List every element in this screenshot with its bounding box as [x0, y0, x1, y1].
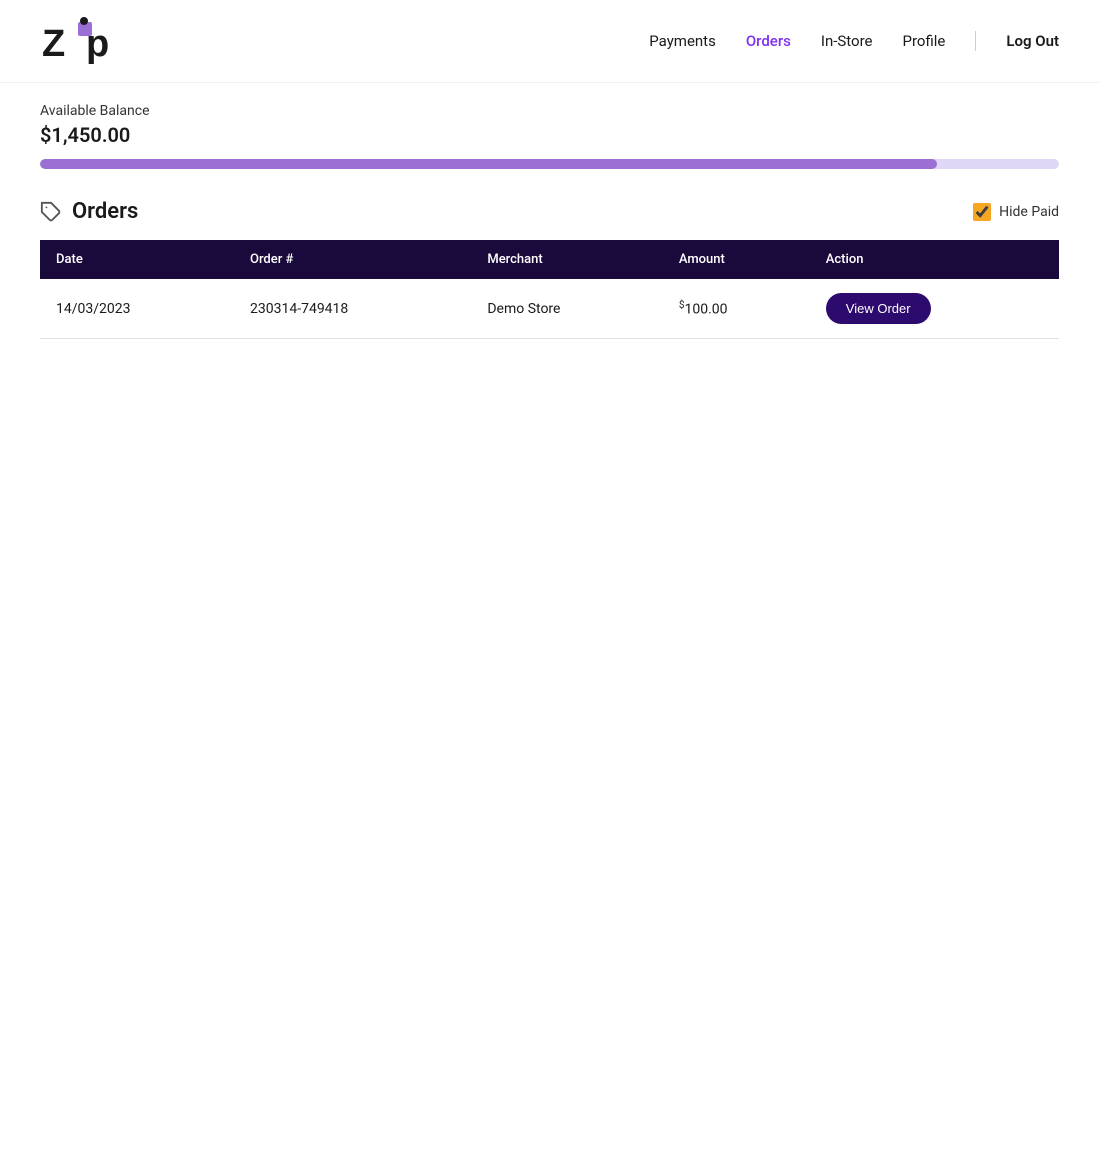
nav-orders[interactable]: Orders [746, 32, 791, 50]
col-merchant: Merchant [471, 240, 662, 279]
col-order-number: Order # [234, 240, 471, 279]
cell-order-number: 230314-749418 [234, 279, 471, 339]
hide-paid-group: Hide Paid [973, 203, 1059, 221]
orders-title: Orders [72, 199, 138, 224]
svg-text:p: p [86, 23, 109, 65]
table-head: Date Order # Merchant Amount Action [40, 240, 1059, 279]
cell-amount: $100.00 [663, 279, 810, 339]
col-amount: Amount [663, 240, 810, 279]
balance-section: Available Balance $1,450.00 [0, 83, 1099, 169]
table-row: 14/03/2023 230314-749418 Demo Store $100… [40, 279, 1059, 339]
col-date: Date [40, 240, 234, 279]
balance-amount: $1,450.00 [40, 123, 1059, 147]
table-header-row: Date Order # Merchant Amount Action [40, 240, 1059, 279]
nav-logout[interactable]: Log Out [1006, 32, 1059, 50]
cell-date: 14/03/2023 [40, 279, 234, 339]
cell-action: View Order [810, 279, 1059, 339]
orders-section: Orders Hide Paid Date Order # Merchant A… [0, 169, 1099, 339]
col-action: Action [810, 240, 1059, 279]
logo: Z p [40, 16, 130, 66]
cell-merchant: Demo Store [471, 279, 662, 339]
balance-bar-fill [40, 159, 937, 169]
orders-title-group: Orders [40, 199, 138, 224]
hide-paid-label: Hide Paid [999, 204, 1059, 220]
nav-payments[interactable]: Payments [649, 32, 716, 50]
tag-icon [40, 201, 62, 223]
balance-bar-container [40, 159, 1059, 169]
orders-table: Date Order # Merchant Amount Action 14/0… [40, 240, 1059, 339]
header: Z p Payments Orders In-Store Profile Log… [0, 0, 1099, 83]
main-nav: Payments Orders In-Store Profile Log Out [649, 31, 1059, 51]
nav-divider [975, 31, 976, 51]
nav-profile[interactable]: Profile [903, 32, 946, 50]
hide-paid-checkbox[interactable] [973, 203, 991, 221]
table-body: 14/03/2023 230314-749418 Demo Store $100… [40, 279, 1059, 339]
amount-decimal: .00 [708, 301, 727, 317]
orders-header: Orders Hide Paid [40, 199, 1059, 224]
balance-label: Available Balance [40, 103, 1059, 119]
amount-main: 100 [684, 301, 708, 317]
nav-instore[interactable]: In-Store [821, 32, 873, 50]
svg-text:Z: Z [42, 23, 65, 65]
view-order-button[interactable]: View Order [826, 293, 931, 324]
